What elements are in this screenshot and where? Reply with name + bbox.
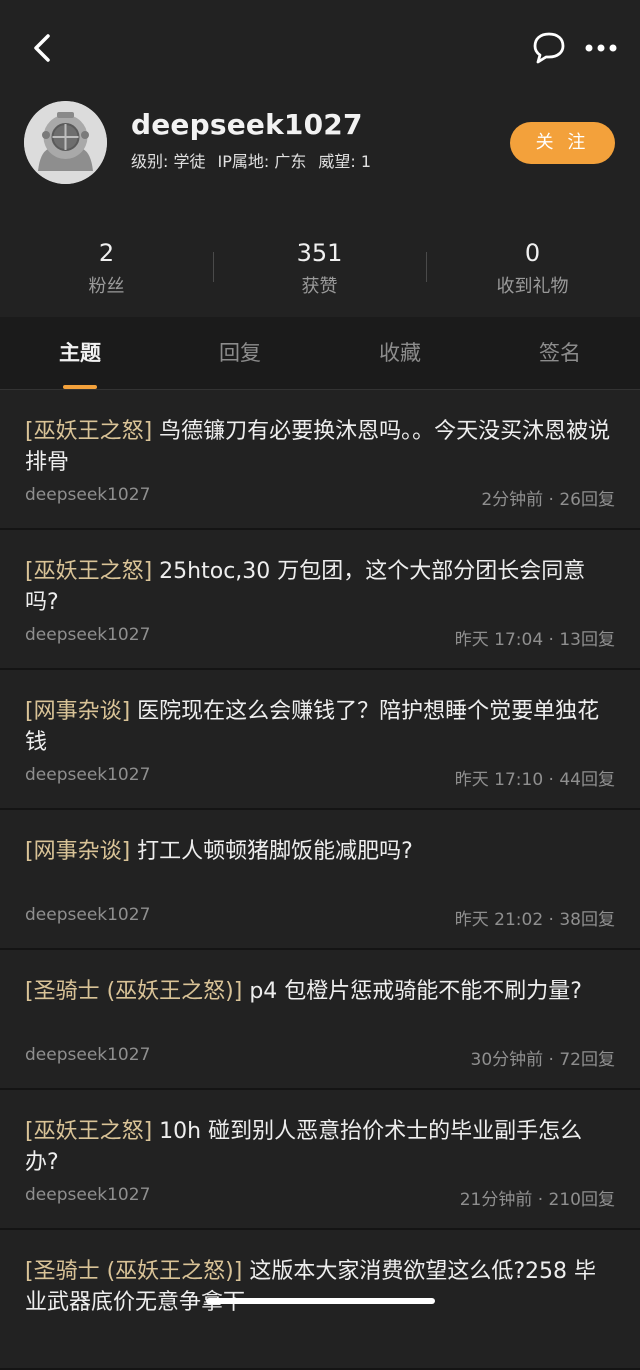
post-category-tag[interactable]: [圣骑士 (巫妖王之怒)] [25, 979, 242, 1004]
stat-likes-label: 获赞 [301, 276, 338, 297]
post-time: 2分钟前 [481, 490, 544, 510]
post-category-tag[interactable]: [巫妖王之怒] [25, 419, 152, 444]
stat-followers[interactable]: 2 粉丝 [0, 238, 213, 298]
stat-gifts[interactable]: 0 收到礼物 [426, 238, 639, 298]
post-category-tag[interactable]: [圣骑士 (巫妖王之怒)] [25, 1259, 242, 1284]
post-title-text: 打工人顿顿猪脚饭能减肥吗? [130, 839, 413, 864]
stat-followers-label: 粉丝 [88, 276, 125, 297]
post-time: 30分钟前 [470, 1050, 544, 1070]
post-replies: 44回复 [559, 770, 615, 790]
post-meta: 昨天 21:02 · 38回复 [454, 910, 615, 930]
post-replies: 13回复 [559, 630, 615, 650]
post-item[interactable]: [巫妖王之怒] 10h 碰到别人恶意抬价术士的毕业副手怎么办? deepseek… [0, 1090, 640, 1230]
post-meta: 昨天 17:10 · 44回复 [454, 770, 615, 790]
more-options-button[interactable] [582, 32, 622, 64]
post-time: 昨天 21:02 [454, 910, 544, 930]
post-author: deepseek1027 [25, 765, 151, 785]
post-author: deepseek1027 [25, 1045, 151, 1065]
more-dots-icon [585, 44, 617, 52]
post-replies: 72回复 [559, 1050, 615, 1070]
post-list: [巫妖王之怒] 鸟德镰刀有必要换沐恩吗。。今天没买沐恩被说排骨 deepseek… [0, 390, 640, 1370]
post-category-tag[interactable]: [巫妖王之怒] [25, 1119, 152, 1144]
stats-bar: 2 粉丝 351 获赞 0 收到礼物 [0, 238, 640, 302]
post-item[interactable]: [网事杂谈] 医院现在这么会赚钱了？陪护想睡个觉要单独花钱 deepseek10… [0, 670, 640, 810]
post-title[interactable]: [网事杂谈] 打工人顿顿猪脚饭能减肥吗? [25, 836, 615, 867]
post-meta: 2分钟前 · 26回复 [481, 490, 615, 510]
stat-gifts-label: 收到礼物 [496, 276, 569, 297]
user-ip-location: IP属地: 广东 [217, 152, 307, 171]
post-replies: 210回复 [548, 1190, 615, 1210]
post-title[interactable]: [巫妖王之怒] 10h 碰到别人恶意抬价术士的毕业副手怎么办? [25, 1116, 615, 1178]
post-meta: 30分钟前 · 72回复 [470, 1050, 616, 1070]
tab-replies[interactable]: 回复 [160, 317, 320, 389]
diving-helmet-avatar-icon [24, 101, 107, 184]
stat-likes-value: 351 [296, 239, 343, 267]
follow-button[interactable]: 关 注 [510, 122, 615, 164]
post-title[interactable]: [巫妖王之怒] 25htoc,30 万包团，这个大部分团长会同意吗? [25, 556, 615, 618]
post-item[interactable]: [巫妖王之怒] 25htoc,30 万包团，这个大部分团长会同意吗? deeps… [0, 530, 640, 670]
post-meta: 昨天 17:04 · 13回复 [454, 630, 615, 650]
user-meta: 级别: 学徒 IP属地: 广东 威望: 1 [131, 148, 383, 172]
post-author: deepseek1027 [25, 625, 151, 645]
tab-signature[interactable]: 签名 [480, 317, 640, 389]
post-title[interactable]: [圣骑士 (巫妖王之怒)] 这版本大家消费欲望这么低?258 毕业武器底价无意争… [25, 1256, 615, 1318]
post-title[interactable]: [巫妖王之怒] 鸟德镰刀有必要换沐恩吗。。今天没买沐恩被说排骨 [25, 416, 615, 478]
post-item[interactable]: [圣骑士 (巫妖王之怒)] p4 包橙片惩戒骑能不能不刷力量? deepseek… [0, 950, 640, 1090]
profile-header: deepseek1027 级别: 学徒 IP属地: 广东 威望: 1 关 注 2 粉… [0, 0, 640, 317]
home-indicator[interactable] [206, 1298, 435, 1304]
chat-bubble-icon [533, 32, 565, 64]
post-author: deepseek1027 [25, 1185, 151, 1205]
user-prestige: 威望: 1 [318, 152, 372, 171]
back-button[interactable] [24, 28, 64, 68]
post-title[interactable]: [网事杂谈] 医院现在这么会赚钱了？陪护想睡个觉要单独花钱 [25, 696, 615, 758]
post-time: 昨天 17:10 [454, 770, 544, 790]
post-category-tag[interactable]: [巫妖王之怒] [25, 559, 152, 584]
post-meta: 21分钟前 · 210回复 [459, 1190, 615, 1210]
chevron-left-icon [34, 34, 50, 62]
post-title[interactable]: [圣骑士 (巫妖王之怒)] p4 包橙片惩戒骑能不能不刷力量? [25, 976, 615, 1007]
post-time: 21分钟前 [459, 1190, 533, 1210]
tab-bar: 主题 回复 收藏 签名 [0, 317, 640, 389]
post-item[interactable]: [巫妖王之怒] 鸟德镰刀有必要换沐恩吗。。今天没买沐恩被说排骨 deepseek… [0, 390, 640, 530]
post-replies: 38回复 [559, 910, 615, 930]
post-time: 昨天 17:04 [454, 630, 544, 650]
user-level: 级别: 学徒 [131, 152, 206, 171]
tab-favorites[interactable]: 收藏 [320, 317, 480, 389]
stat-followers-value: 2 [98, 239, 115, 267]
message-button[interactable] [530, 30, 568, 66]
avatar[interactable] [24, 101, 107, 184]
post-replies: 26回复 [559, 490, 615, 510]
username: deepseek1027 [131, 108, 363, 141]
post-title-text: p4 包橙片惩戒骑能不能不刷力量? [242, 979, 582, 1004]
post-item[interactable]: [网事杂谈] 打工人顿顿猪脚饭能减肥吗? deepseek1027 昨天 21:… [0, 810, 640, 950]
stat-likes[interactable]: 351 获赞 [213, 238, 426, 298]
post-author: deepseek1027 [25, 905, 151, 925]
stat-gifts-value: 0 [524, 239, 541, 267]
tab-topics[interactable]: 主题 [0, 317, 160, 389]
post-author: deepseek1027 [25, 485, 151, 505]
post-category-tag[interactable]: [网事杂谈] [25, 699, 130, 724]
post-category-tag[interactable]: [网事杂谈] [25, 839, 130, 864]
